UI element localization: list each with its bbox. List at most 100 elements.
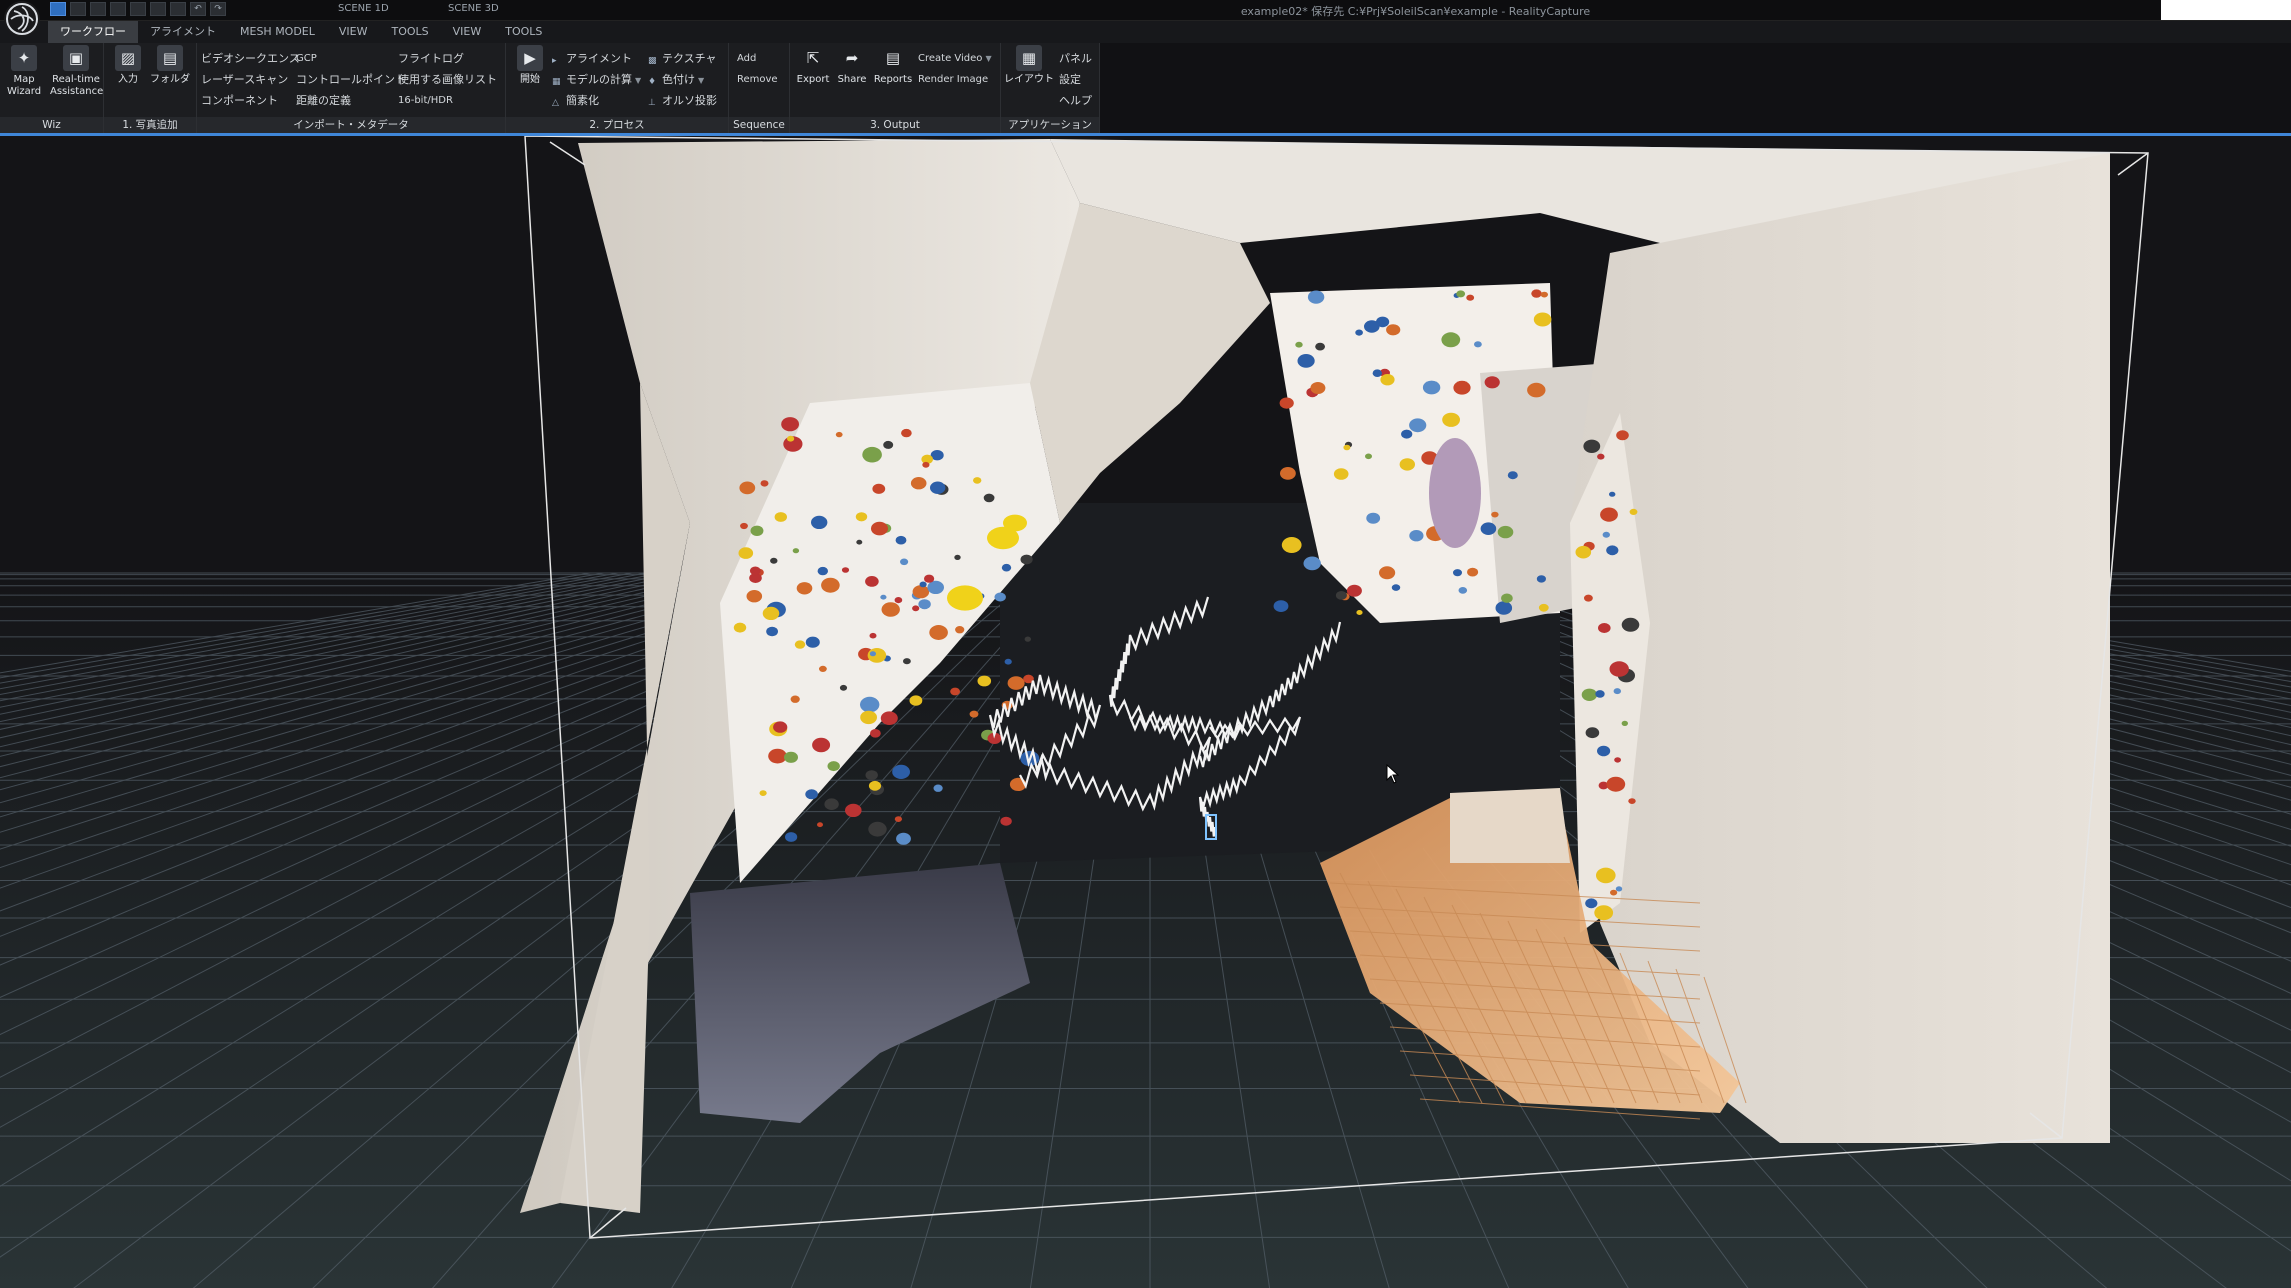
- menu-bar: ワークフロー アライメント MESH MODEL VIEW TOOLS VIEW…: [0, 21, 2291, 43]
- climbing-hold: [1536, 575, 1546, 583]
- climbing-hold: [1606, 776, 1626, 792]
- texture-button[interactable]: ▩ テクスチャ: [648, 52, 717, 66]
- climbing-hold: [1527, 382, 1546, 398]
- panel-button[interactable]: パネル: [1059, 52, 1092, 66]
- grid-icon: ▦: [1016, 45, 1042, 71]
- climbing-hold: [868, 821, 887, 837]
- climbing-hold: [1366, 512, 1381, 524]
- climbing-hold: [900, 558, 909, 566]
- export-button[interactable]: ⇱ Export: [792, 45, 834, 86]
- climbing-hold: [1281, 537, 1302, 553]
- climbing-hold: [955, 626, 965, 634]
- folder-button[interactable]: ▤ フォルダ: [148, 45, 192, 86]
- video-sequence-button[interactable]: ビデオシークエンス: [201, 52, 300, 66]
- remove-button[interactable]: Remove: [737, 73, 778, 87]
- reports-button[interactable]: ▤ Reports: [870, 45, 916, 86]
- colorize-button[interactable]: ♦ 色付け ▼: [648, 73, 704, 88]
- tab-alignment[interactable]: アライメント: [138, 21, 228, 43]
- window-controls[interactable]: [2161, 0, 2291, 20]
- climbing-hold: [845, 803, 862, 818]
- climbing-hold: [1594, 905, 1614, 921]
- bit-hdr-button[interactable]: 16-bit/HDR: [398, 94, 453, 108]
- layout-button[interactable]: ▦ レイアウト: [1003, 45, 1055, 86]
- share-button[interactable]: ➦ Share: [832, 45, 872, 86]
- ribbon-footer: 2. プロセス: [506, 117, 728, 133]
- climbing-hold: [1456, 290, 1466, 298]
- play-icon: ▶: [517, 45, 543, 71]
- climbing-hold: [759, 790, 767, 796]
- distance-button[interactable]: 距離の定義: [296, 94, 351, 108]
- climbing-hold: [784, 751, 798, 763]
- climbing-hold: [865, 770, 878, 780]
- tab-workflow[interactable]: ワークフロー: [48, 21, 138, 43]
- laser-scan-button[interactable]: レーザースキャン: [201, 73, 288, 87]
- climbing-hold: [912, 605, 920, 612]
- tab-view[interactable]: VIEW: [327, 21, 380, 43]
- climbing-hold: [954, 554, 961, 561]
- alignment-button[interactable]: ▸ アライメント: [552, 52, 632, 66]
- ribbon-group-application: ▦ レイアウト パネル 設定 ヘルプ アプリケーション: [1001, 43, 1100, 133]
- climbing-hold: [1629, 508, 1638, 515]
- map-wizard-button[interactable]: ✦ Map Wizard: [2, 45, 46, 98]
- gcp-button[interactable]: GCP: [296, 52, 317, 66]
- climbing-hold: [787, 435, 795, 442]
- climbing-hold: [740, 522, 748, 530]
- climbing-hold: [922, 461, 930, 468]
- climbing-hold: [1356, 610, 1363, 615]
- climbing-hold: [1628, 798, 1636, 804]
- climbing-hold: [805, 636, 820, 648]
- component-button[interactable]: コンポーネント: [201, 94, 278, 108]
- ribbon-footer: Wiz: [0, 117, 103, 133]
- 3d-viewport[interactable]: [0, 133, 2291, 1288]
- create-video-button[interactable]: Create Video ▼: [918, 52, 992, 66]
- realtime-assistance-button[interactable]: ▣ Real-time Assistance: [50, 45, 103, 98]
- render-image-button[interactable]: Render Image: [918, 73, 988, 87]
- climbing-hold: [770, 557, 778, 564]
- climbing-hold: [1507, 471, 1518, 480]
- compute-model-button[interactable]: ▦ モデルの計算 ▼: [552, 73, 641, 88]
- tab-view-2[interactable]: VIEW: [441, 21, 494, 43]
- app-logo-icon[interactable]: [4, 1, 40, 37]
- control-point-button[interactable]: コントロールポイント: [296, 73, 406, 87]
- climbing-hold: [1621, 617, 1640, 632]
- climbing-hold: [901, 428, 912, 438]
- climbing-hold: [1621, 720, 1629, 727]
- climbing-hold: [1584, 594, 1593, 602]
- climbing-hold: [1453, 569, 1462, 577]
- climbing-hold: [817, 566, 828, 576]
- climbing-hold: [918, 599, 931, 610]
- report-icon: ▤: [885, 49, 901, 67]
- climbing-hold: [895, 535, 907, 545]
- ribbon-footer: アプリケーション: [1001, 117, 1099, 133]
- climbing-hold: [1606, 545, 1619, 556]
- 3d-scene[interactable]: [0, 136, 2291, 1288]
- input-button[interactable]: ▨ 入力: [106, 45, 150, 86]
- climbing-hold: [749, 566, 761, 576]
- add-button[interactable]: Add: [737, 52, 756, 66]
- climbing-hold: [1409, 530, 1424, 542]
- climbing-hold: [924, 574, 935, 583]
- start-button[interactable]: ▶ 開始: [508, 45, 552, 86]
- climbing-hold: [1000, 816, 1012, 826]
- image-list-button[interactable]: 使用する画像リスト: [398, 73, 497, 87]
- climbing-hold: [819, 665, 827, 673]
- climbing-hold: [835, 431, 843, 438]
- alignment-icon: ▸: [552, 56, 557, 66]
- climbing-hold: [1467, 567, 1479, 577]
- climbing-hold: [1597, 745, 1611, 757]
- simplify-button[interactable]: △ 簡素化: [552, 94, 599, 108]
- climbing-hold: [1453, 380, 1471, 395]
- climbing-hold: [1600, 507, 1618, 522]
- settings-button[interactable]: 設定: [1059, 73, 1081, 87]
- flight-log-button[interactable]: フライトログ: [398, 52, 464, 66]
- climbing-hold: [824, 798, 839, 810]
- help-button[interactable]: ヘルプ: [1059, 94, 1092, 108]
- tab-tools[interactable]: TOOLS: [380, 21, 441, 43]
- tab-tools-2[interactable]: TOOLS: [493, 21, 554, 43]
- climbing-hold: [973, 477, 982, 484]
- ortho-button[interactable]: ⊥ オルソ投影: [648, 94, 717, 108]
- climbing-hold: [1602, 531, 1611, 538]
- climbing-hold: [894, 816, 903, 822]
- tab-mesh-model[interactable]: MESH MODEL: [228, 21, 327, 43]
- climbing-hold: [868, 780, 882, 791]
